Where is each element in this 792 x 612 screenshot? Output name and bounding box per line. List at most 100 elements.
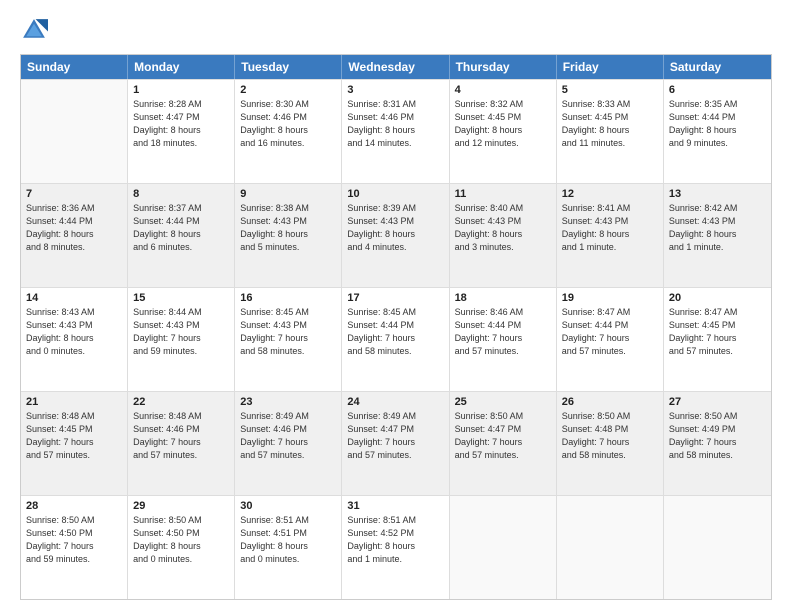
day-cell-12: 12 Sunrise: 8:41 AM Sunset: 4:43 PM Dayli… [557, 184, 664, 287]
day-number-1: 1 [133, 84, 229, 96]
day-number-16: 16 [240, 292, 336, 304]
sun-info-24: Sunrise: 8:49 AM Sunset: 4:47 PM Dayligh… [347, 410, 443, 462]
day-number-22: 22 [133, 396, 229, 408]
day-number-11: 11 [455, 188, 551, 200]
day-number-4: 4 [455, 84, 551, 96]
day-cell-17: 17 Sunrise: 8:45 AM Sunset: 4:44 PM Dayli… [342, 288, 449, 391]
sun-info-22: Sunrise: 8:48 AM Sunset: 4:46 PM Dayligh… [133, 410, 229, 462]
day-number-6: 6 [669, 84, 766, 96]
sun-info-19: Sunrise: 8:47 AM Sunset: 4:44 PM Dayligh… [562, 306, 658, 358]
header-saturday: Saturday [664, 55, 771, 79]
sun-info-8: Sunrise: 8:37 AM Sunset: 4:44 PM Dayligh… [133, 202, 229, 254]
calendar: Sunday Monday Tuesday Wednesday Thursday… [20, 54, 772, 600]
day-number-29: 29 [133, 500, 229, 512]
day-cell-31: 31Sunrise: 8:51 AM Sunset: 4:52 PM Dayli… [342, 496, 449, 599]
day-cell-6: 6 Sunrise: 8:35 AM Sunset: 4:44 PM Daylig… [664, 80, 771, 183]
day-number-17: 17 [347, 292, 443, 304]
sun-info-29: Sunrise: 8:50 AM Sunset: 4:50 PM Dayligh… [133, 514, 229, 566]
day-number-3: 3 [347, 84, 443, 96]
day-cell-10: 10 Sunrise: 8:39 AM Sunset: 4:43 PM Dayli… [342, 184, 449, 287]
sun-info-10: Sunrise: 8:39 AM Sunset: 4:43 PM Dayligh… [347, 202, 443, 254]
day-number-13: 13 [669, 188, 766, 200]
day-number-21: 21 [26, 396, 122, 408]
header-sunday: Sunday [21, 55, 128, 79]
day-cell-21: 21Sunrise: 8:48 AM Sunset: 4:45 PM Dayli… [21, 392, 128, 495]
header-monday: Monday [128, 55, 235, 79]
day-number-5: 5 [562, 84, 658, 96]
sun-info-7: Sunrise: 8:36 AM Sunset: 4:44 PM Dayligh… [26, 202, 122, 254]
week-row-4: 21Sunrise: 8:48 AM Sunset: 4:45 PM Dayli… [21, 391, 771, 495]
header-thursday: Thursday [450, 55, 557, 79]
day-cell-22: 22 Sunrise: 8:48 AM Sunset: 4:46 PM Dayli… [128, 392, 235, 495]
page: Sunday Monday Tuesday Wednesday Thursday… [0, 0, 792, 612]
sun-info-2: Sunrise: 8:30 AM Sunset: 4:46 PM Dayligh… [240, 98, 336, 150]
sun-info-11: Sunrise: 8:40 AM Sunset: 4:43 PM Dayligh… [455, 202, 551, 254]
sun-info-9: Sunrise: 8:38 AM Sunset: 4:43 PM Dayligh… [240, 202, 336, 254]
week-row-5: 28Sunrise: 8:50 AM Sunset: 4:50 PM Dayli… [21, 495, 771, 599]
day-cell-13: 13Sunrise: 8:42 AM Sunset: 4:43 PM Dayli… [664, 184, 771, 287]
day-cell-29: 29 Sunrise: 8:50 AM Sunset: 4:50 PM Dayli… [128, 496, 235, 599]
day-cell-2: 2 Sunrise: 8:30 AM Sunset: 4:46 PM Daylig… [235, 80, 342, 183]
day-cell-20: 20Sunrise: 8:47 AM Sunset: 4:45 PM Dayli… [664, 288, 771, 391]
empty-cell [557, 496, 664, 599]
sun-info-15: Sunrise: 8:44 AM Sunset: 4:43 PM Dayligh… [133, 306, 229, 358]
sun-info-26: Sunrise: 8:50 AM Sunset: 4:48 PM Dayligh… [562, 410, 658, 462]
week-row-2: 7 Sunrise: 8:36 AM Sunset: 4:44 PM Daylig… [21, 183, 771, 287]
day-cell-14: 14 Sunrise: 8:43 AM Sunset: 4:43 PM Dayli… [21, 288, 128, 391]
day-cell-28: 28Sunrise: 8:50 AM Sunset: 4:50 PM Dayli… [21, 496, 128, 599]
header-wednesday: Wednesday [342, 55, 449, 79]
day-number-15: 15 [133, 292, 229, 304]
empty-cell [21, 80, 128, 183]
sun-info-23: Sunrise: 8:49 AM Sunset: 4:46 PM Dayligh… [240, 410, 336, 462]
header-tuesday: Tuesday [235, 55, 342, 79]
day-cell-8: 8 Sunrise: 8:37 AM Sunset: 4:44 PM Daylig… [128, 184, 235, 287]
day-cell-4: 4 Sunrise: 8:32 AM Sunset: 4:45 PM Daylig… [450, 80, 557, 183]
sun-info-4: Sunrise: 8:32 AM Sunset: 4:45 PM Dayligh… [455, 98, 551, 150]
sun-info-20: Sunrise: 8:47 AM Sunset: 4:45 PM Dayligh… [669, 306, 766, 358]
sun-info-28: Sunrise: 8:50 AM Sunset: 4:50 PM Dayligh… [26, 514, 122, 566]
day-cell-30: 30Sunrise: 8:51 AM Sunset: 4:51 PM Dayli… [235, 496, 342, 599]
day-number-19: 19 [562, 292, 658, 304]
sun-info-31: Sunrise: 8:51 AM Sunset: 4:52 PM Dayligh… [347, 514, 443, 566]
day-number-14: 14 [26, 292, 122, 304]
day-number-24: 24 [347, 396, 443, 408]
sun-info-3: Sunrise: 8:31 AM Sunset: 4:46 PM Dayligh… [347, 98, 443, 150]
day-number-26: 26 [562, 396, 658, 408]
day-cell-23: 23Sunrise: 8:49 AM Sunset: 4:46 PM Dayli… [235, 392, 342, 495]
day-cell-15: 15 Sunrise: 8:44 AM Sunset: 4:43 PM Dayli… [128, 288, 235, 391]
sun-info-14: Sunrise: 8:43 AM Sunset: 4:43 PM Dayligh… [26, 306, 122, 358]
day-number-30: 30 [240, 500, 336, 512]
logo-icon [20, 16, 48, 44]
sun-info-5: Sunrise: 8:33 AM Sunset: 4:45 PM Dayligh… [562, 98, 658, 150]
sun-info-27: Sunrise: 8:50 AM Sunset: 4:49 PM Dayligh… [669, 410, 766, 462]
sun-info-1: Sunrise: 8:28 AM Sunset: 4:47 PM Dayligh… [133, 98, 229, 150]
day-cell-9: 9Sunrise: 8:38 AM Sunset: 4:43 PM Daylig… [235, 184, 342, 287]
header [20, 16, 772, 44]
day-cell-24: 24 Sunrise: 8:49 AM Sunset: 4:47 PM Dayli… [342, 392, 449, 495]
sun-info-6: Sunrise: 8:35 AM Sunset: 4:44 PM Dayligh… [669, 98, 766, 150]
header-friday: Friday [557, 55, 664, 79]
day-number-27: 27 [669, 396, 766, 408]
day-cell-16: 16 Sunrise: 8:45 AM Sunset: 4:43 PM Dayli… [235, 288, 342, 391]
sun-info-18: Sunrise: 8:46 AM Sunset: 4:44 PM Dayligh… [455, 306, 551, 358]
day-number-7: 7 [26, 188, 122, 200]
day-cell-18: 18 Sunrise: 8:46 AM Sunset: 4:44 PM Dayli… [450, 288, 557, 391]
day-cell-3: 3 Sunrise: 8:31 AM Sunset: 4:46 PM Daylig… [342, 80, 449, 183]
calendar-header: Sunday Monday Tuesday Wednesday Thursday… [21, 55, 771, 79]
day-number-18: 18 [455, 292, 551, 304]
week-row-3: 14 Sunrise: 8:43 AM Sunset: 4:43 PM Dayli… [21, 287, 771, 391]
day-cell-5: 5 Sunrise: 8:33 AM Sunset: 4:45 PM Daylig… [557, 80, 664, 183]
day-cell-11: 11 Sunrise: 8:40 AM Sunset: 4:43 PM Dayli… [450, 184, 557, 287]
calendar-body: 1 Sunrise: 8:28 AM Sunset: 4:47 PM Daylig… [21, 79, 771, 599]
logo [20, 16, 52, 44]
day-number-10: 10 [347, 188, 443, 200]
day-cell-1: 1 Sunrise: 8:28 AM Sunset: 4:47 PM Daylig… [128, 80, 235, 183]
sun-info-25: Sunrise: 8:50 AM Sunset: 4:47 PM Dayligh… [455, 410, 551, 462]
sun-info-17: Sunrise: 8:45 AM Sunset: 4:44 PM Dayligh… [347, 306, 443, 358]
day-number-2: 2 [240, 84, 336, 96]
day-number-12: 12 [562, 188, 658, 200]
sun-info-12: Sunrise: 8:41 AM Sunset: 4:43 PM Dayligh… [562, 202, 658, 254]
sun-info-16: Sunrise: 8:45 AM Sunset: 4:43 PM Dayligh… [240, 306, 336, 358]
day-number-8: 8 [133, 188, 229, 200]
day-cell-19: 19 Sunrise: 8:47 AM Sunset: 4:44 PM Dayli… [557, 288, 664, 391]
